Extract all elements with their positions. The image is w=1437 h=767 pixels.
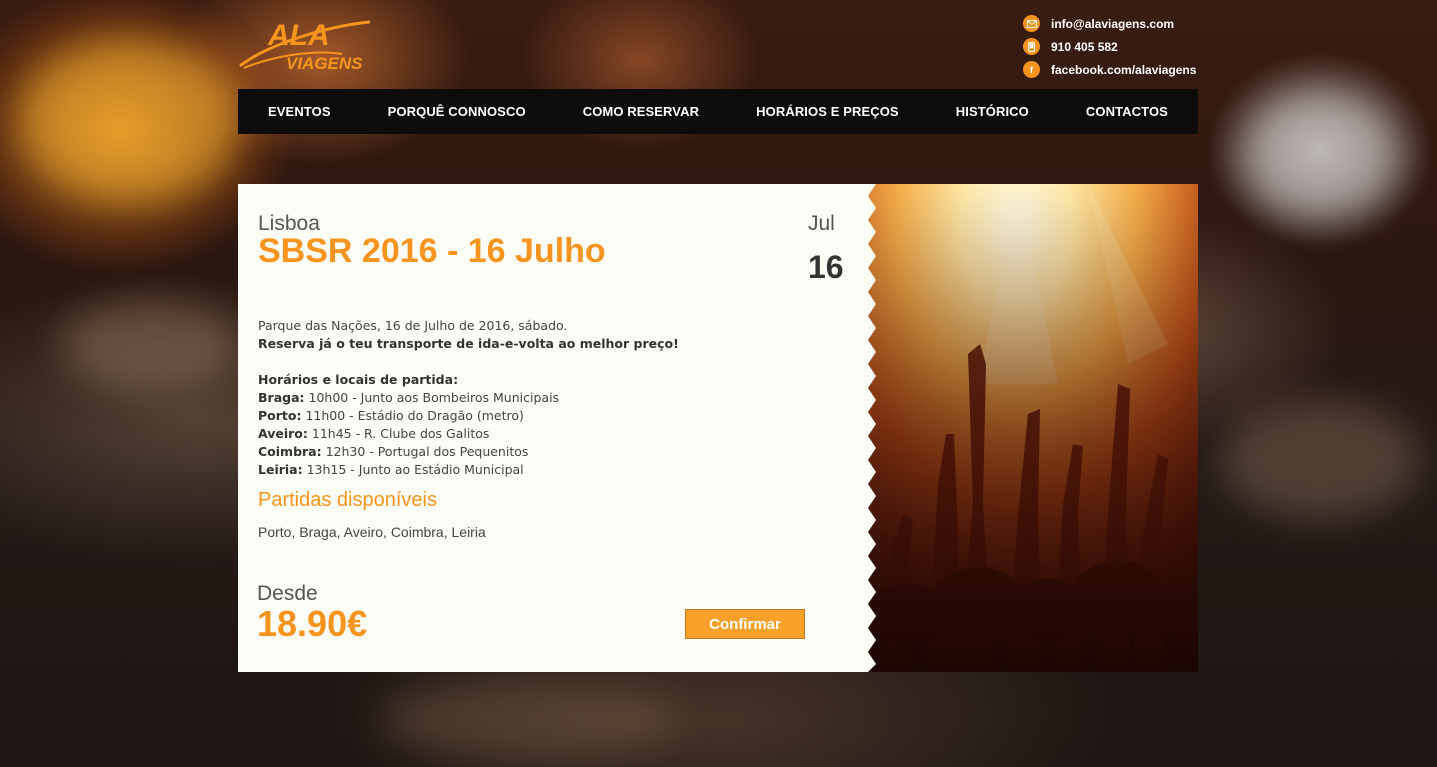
event-details: Lisboa SBSR 2016 - 16 Julho Jul 16 Parqu…: [257, 184, 858, 672]
schedule-row: Aveiro: 11h45 - R. Clube dos Galitos: [258, 426, 490, 441]
event-title: SBSR 2016 - 16 Julho: [258, 232, 606, 270]
event-cta-text: Reserva já o teu transporte de ida-e-vol…: [258, 336, 679, 351]
envelope-icon: [1023, 15, 1040, 32]
logo-graphic: ALA VIAGENS: [239, 19, 371, 73]
contact-facebook-text[interactable]: facebook.com/alaviagens: [1051, 63, 1196, 77]
nav-item-porque-connosco[interactable]: PORQUÊ CONNOSCO: [388, 104, 526, 119]
contact-email-text[interactable]: info@alaviagens.com: [1051, 17, 1174, 31]
departures-title: Partidas disponíveis: [258, 489, 437, 511]
event-day: 16: [808, 249, 844, 285]
confirm-button[interactable]: Confirmar: [685, 609, 805, 639]
nav-item-como-reservar[interactable]: COMO RESERVAR: [583, 104, 699, 119]
schedule-row: Braga: 10h00 - Junto aos Bombeiros Munic…: [258, 390, 560, 405]
header-contacts: info@alaviagens.com 910 405 582 f facebo…: [1023, 12, 1198, 81]
event-intro: Parque das Nações, 16 de Julho de 2016, …: [258, 318, 568, 333]
event-month: Jul: [808, 212, 835, 235]
nav-item-horarios-precos[interactable]: HORÁRIOS E PREÇOS: [756, 104, 899, 119]
logo-text-bottom: VIAGENS: [286, 54, 363, 73]
nav-item-contactos[interactable]: CONTACTOS: [1086, 104, 1168, 119]
contact-email[interactable]: info@alaviagens.com: [1023, 12, 1198, 35]
nav-item-eventos[interactable]: EVENTOS: [268, 104, 331, 119]
concert-crowd-image: [868, 184, 1198, 672]
schedule-title: Horários e locais de partida:: [258, 372, 459, 387]
nav-item-historico[interactable]: HISTÓRICO: [956, 104, 1029, 119]
contact-phone-text[interactable]: 910 405 582: [1051, 40, 1118, 54]
price-value: 18.90€: [257, 603, 368, 644]
phone-icon: [1023, 38, 1040, 55]
schedule-row: Coimbra: 12h30 - Portugal dos Pequenitos: [258, 444, 529, 459]
event-ticket-card: Lisboa SBSR 2016 - 16 Julho Jul 16 Parqu…: [238, 184, 1198, 672]
departures-list: Porto, Braga, Aveiro, Coimbra, Leiria: [258, 524, 486, 540]
event-image: [868, 184, 1198, 672]
logo[interactable]: ALA VIAGENS: [238, 14, 373, 76]
main-nav: EVENTOS PORQUÊ CONNOSCO COMO RESERVAR HO…: [238, 89, 1198, 134]
event-description: Parque das Nações, 16 de Julho de 2016, …: [258, 317, 798, 479]
logo-text-top: ALA: [267, 19, 330, 52]
schedule-row: Porto: 11h00 - Estádio do Dragão (metro): [258, 408, 524, 423]
contact-facebook[interactable]: f facebook.com/alaviagens: [1023, 58, 1198, 81]
contact-phone[interactable]: 910 405 582: [1023, 35, 1198, 58]
facebook-icon: f: [1023, 61, 1040, 78]
schedule-row: Leiria: 13h15 - Junto ao Estádio Municip…: [258, 462, 524, 477]
